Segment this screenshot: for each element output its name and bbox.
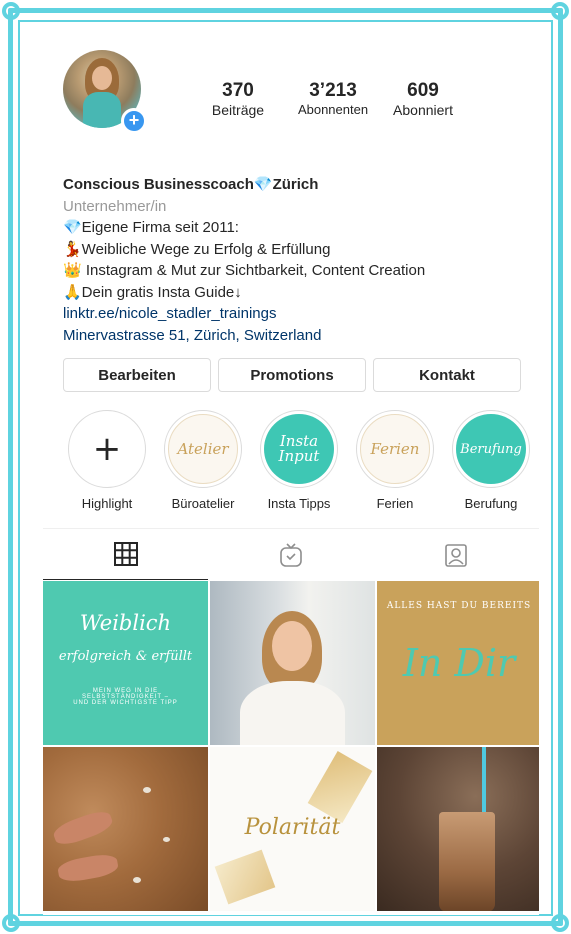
post-thumbnail[interactable]: ALLES HAST DU BEREITS In Dir [377, 581, 539, 745]
profile-category: Unternehmer/in [63, 197, 167, 215]
highlight-label: Insta Tipps [267, 496, 331, 511]
story-highlights: + Highlight Atelier Büroatelier Insta In… [59, 410, 539, 511]
edit-profile-button[interactable]: Bearbeiten [63, 358, 211, 392]
plus-icon: + [92, 428, 122, 469]
followers-label: Abonnenten [297, 102, 369, 117]
post-script-text: In Dir [402, 641, 516, 685]
igtv-icon [280, 542, 302, 567]
post-thumbnail[interactable] [210, 581, 375, 745]
highlight-new[interactable]: + Highlight [59, 410, 155, 511]
post-caption: MEIN WEG IN DIE SELBSTSTÄNDIGKEIT – UND … [73, 688, 178, 706]
instagram-profile: + 370 Beiträge 3’213 Abonnenten 609 Abon… [43, 38, 539, 915]
following-count: 609 [407, 80, 439, 101]
bio-line: 🙏Dein gratis Insta Guide↓ [63, 283, 242, 301]
post-thumbnail[interactable]: Weiblich erfolgreich & erfüllt MEIN WEG … [43, 581, 208, 745]
profile-avatar[interactable]: + [63, 50, 147, 134]
highlight-bueroatelier[interactable]: Atelier Büroatelier [155, 410, 251, 511]
highlight-label: Ferien [376, 496, 414, 511]
frame-curl-bottom-right [551, 914, 569, 932]
highlight-insta-tipps[interactable]: Insta Input Insta Tipps [251, 410, 347, 511]
tab-grid[interactable] [43, 529, 209, 580]
posts-label: Beiträge [211, 102, 265, 118]
frame-curl-bottom-left [2, 914, 20, 932]
frame-curl-top-right [551, 2, 569, 20]
post-thumbnail[interactable] [377, 747, 539, 911]
highlight-label: Büroatelier [171, 496, 235, 511]
post-subtitle: erfolgreich & erfüllt [58, 649, 193, 664]
stat-followers[interactable]: 3’213 Abonnenten [283, 80, 383, 118]
promotions-button[interactable]: Promotions [218, 358, 366, 392]
post-title: ALLES HAST DU BEREITS [386, 601, 532, 611]
profile-stats: 370 Beiträge 3’213 Abonnenten 609 Abonni… [193, 80, 533, 118]
bio-line: 💃Weibliche Wege zu Erfolg & Erfüllung [63, 240, 331, 258]
highlight-cover-insta-input: Insta Input [264, 414, 334, 484]
highlight-ferien[interactable]: Ferien Ferien [347, 410, 443, 511]
profile-bio: Conscious Businesscoach💎Zürich Unternehm… [63, 174, 533, 346]
profile-link[interactable]: linktr.ee/nicole_stadler_trainings [63, 303, 533, 325]
profile-tabs [43, 528, 539, 580]
bio-line: 👑 Instagram & Mut zur Sichtbarkeit, Cont… [63, 262, 426, 279]
followers-count: 3’213 [309, 80, 357, 101]
post-title: Weiblich [79, 611, 172, 635]
post-thumbnail[interactable] [43, 747, 208, 911]
tagged-icon [445, 543, 468, 567]
frame-curl-top-left [2, 2, 20, 20]
highlight-cover-atelier: Atelier [168, 414, 238, 484]
profile-name: Conscious Businesscoach💎Zürich [63, 176, 319, 193]
highlight-cover-berufung: Berufung [456, 414, 526, 484]
add-story-icon[interactable]: + [121, 108, 147, 134]
stat-posts[interactable]: 370 Beiträge [193, 80, 283, 118]
posts-count: 370 [222, 80, 254, 101]
highlight-berufung[interactable]: Berufung Berufung [443, 410, 539, 511]
contact-button[interactable]: Kontakt [373, 358, 521, 392]
profile-address[interactable]: Minervastrasse 51, Zürich, Switzerland [63, 325, 533, 347]
profile-action-buttons: Bearbeiten Promotions Kontakt [63, 358, 521, 392]
post-script-text: Polarität [244, 815, 341, 840]
highlight-cover-ferien: Ferien [360, 414, 430, 484]
post-thumbnail[interactable]: Polarität [210, 747, 375, 911]
tab-tagged[interactable] [374, 529, 539, 580]
highlight-label: Highlight [81, 496, 133, 511]
stat-following[interactable]: 609 Abonniert [383, 80, 463, 118]
posts-grid: Weiblich erfolgreich & erfüllt MEIN WEG … [43, 581, 539, 911]
bio-line: 💎Eigene Firma seit 2011: [63, 219, 239, 236]
grid-icon [113, 542, 138, 566]
tab-igtv[interactable] [208, 529, 373, 580]
highlight-label: Berufung [464, 496, 518, 511]
following-label: Abonniert [393, 102, 453, 118]
